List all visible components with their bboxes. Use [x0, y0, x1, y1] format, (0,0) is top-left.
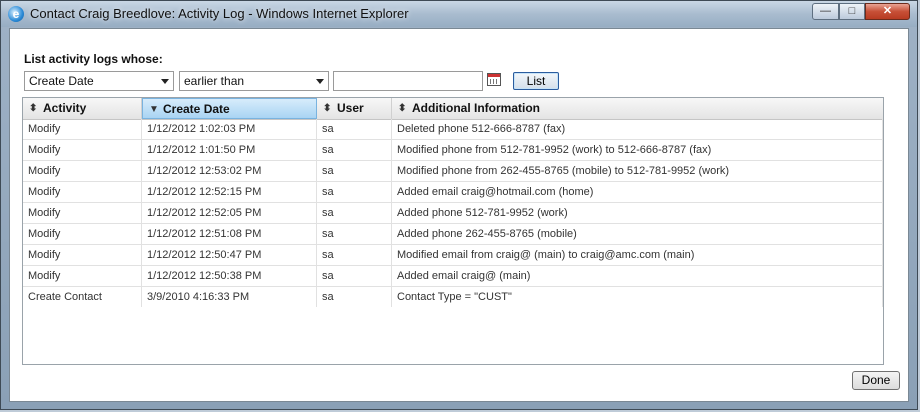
- list-button[interactable]: List: [513, 72, 559, 90]
- table-row[interactable]: Modify 1/12/2012 1:01:50 PM sa Modified …: [23, 140, 883, 161]
- sort-icon: ⬍: [323, 103, 332, 114]
- column-header-activity[interactable]: ⬍ Activity: [23, 98, 142, 119]
- ie-window: e Contact Craig Breedlove: Activity Log …: [0, 0, 918, 410]
- table-empty-area: [23, 307, 883, 364]
- field-select[interactable]: Create Date: [24, 71, 174, 91]
- column-header-user[interactable]: ⬍ User: [317, 98, 392, 119]
- field-select-value: Create Date: [29, 74, 94, 88]
- maximize-button[interactable]: □: [839, 3, 865, 20]
- create-date-cell: 1/12/2012 12:50:38 PM: [142, 266, 317, 286]
- info-cell: Added phone 262-455-8765 (mobile): [392, 224, 883, 244]
- done-button[interactable]: Done: [852, 371, 900, 390]
- create-date-cell: 1/12/2012 12:52:15 PM: [142, 182, 317, 202]
- dialog-content: List activity logs whose: Create Date ea…: [9, 28, 909, 402]
- column-header-create-date[interactable]: ▼ Create Date: [142, 98, 317, 119]
- create-date-cell: 1/12/2012 1:01:50 PM: [142, 140, 317, 160]
- table-row[interactable]: Modify 1/12/2012 12:50:47 PM sa Modified…: [23, 245, 883, 266]
- info-cell: Modified phone from 512-781-9952 (work) …: [392, 140, 883, 160]
- user-cell: sa: [317, 203, 392, 223]
- column-header-additional-information[interactable]: ⬍ Additional Information: [392, 98, 883, 119]
- table-row[interactable]: Modify 1/12/2012 12:50:38 PM sa Added em…: [23, 266, 883, 287]
- info-cell: Deleted phone 512-666-8787 (fax): [392, 119, 883, 139]
- activity-cell: Modify: [23, 203, 142, 223]
- activity-cell: Modify: [23, 182, 142, 202]
- table-row[interactable]: Modify 1/12/2012 12:51:08 PM sa Added ph…: [23, 224, 883, 245]
- user-cell: sa: [317, 245, 392, 265]
- activity-cell: Create Contact: [23, 287, 142, 307]
- create-date-cell: 1/12/2012 12:50:47 PM: [142, 245, 317, 265]
- table-row[interactable]: Modify 1/12/2012 12:53:02 PM sa Modified…: [23, 161, 883, 182]
- close-button[interactable]: ✕: [865, 3, 910, 20]
- user-cell: sa: [317, 161, 392, 181]
- user-cell: sa: [317, 119, 392, 139]
- table-row[interactable]: Modify 1/12/2012 12:52:15 PM sa Added em…: [23, 182, 883, 203]
- info-cell: Modified email from craig@ (main) to cra…: [392, 245, 883, 265]
- chevron-down-icon: [316, 79, 324, 84]
- table-row[interactable]: Modify 1/12/2012 1:02:03 PM sa Deleted p…: [23, 119, 883, 140]
- create-date-cell: 1/12/2012 1:02:03 PM: [142, 119, 317, 139]
- filter-prompt: List activity logs whose:: [24, 52, 163, 66]
- info-cell: Contact Type = "CUST": [392, 287, 883, 307]
- activity-cell: Modify: [23, 266, 142, 286]
- table-header: ⬍ Activity ▼ Create Date ⬍ User ⬍ Additi…: [23, 98, 883, 120]
- activity-cell: Modify: [23, 161, 142, 181]
- minimize-button[interactable]: —: [812, 3, 839, 20]
- info-cell: Added email craig@hotmail.com (home): [392, 182, 883, 202]
- column-label: User: [337, 101, 364, 115]
- activity-cell: Modify: [23, 119, 142, 139]
- calendar-icon[interactable]: [487, 73, 501, 86]
- sort-icon: ⬍: [398, 103, 407, 114]
- column-label: Activity: [43, 101, 87, 115]
- column-label: Additional Information: [412, 101, 540, 115]
- info-cell: Modified phone from 262-455-8765 (mobile…: [392, 161, 883, 181]
- operator-select-value: earlier than: [184, 74, 245, 88]
- info-cell: Added phone 512-781-9952 (work): [392, 203, 883, 223]
- user-cell: sa: [317, 224, 392, 244]
- chevron-down-icon: [161, 79, 169, 84]
- internet-explorer-icon: e: [8, 6, 24, 22]
- create-date-cell: 1/12/2012 12:52:05 PM: [142, 203, 317, 223]
- table-row[interactable]: Create Contact 3/9/2010 4:16:33 PM sa Co…: [23, 287, 883, 308]
- column-label: Create Date: [163, 102, 230, 116]
- activity-cell: Modify: [23, 224, 142, 244]
- info-cell: Added email craig@ (main): [392, 266, 883, 286]
- sort-descending-icon: ▼: [149, 104, 159, 115]
- user-cell: sa: [317, 266, 392, 286]
- create-date-cell: 1/12/2012 12:53:02 PM: [142, 161, 317, 181]
- operator-select[interactable]: earlier than: [179, 71, 329, 91]
- user-cell: sa: [317, 287, 392, 307]
- create-date-cell: 1/12/2012 12:51:08 PM: [142, 224, 317, 244]
- activity-cell: Modify: [23, 140, 142, 160]
- window-title: Contact Craig Breedlove: Activity Log - …: [30, 6, 409, 21]
- create-date-cell: 3/9/2010 4:16:33 PM: [142, 287, 317, 307]
- user-cell: sa: [317, 140, 392, 160]
- title-bar[interactable]: e Contact Craig Breedlove: Activity Log …: [1, 1, 917, 27]
- sort-icon: ⬍: [29, 103, 38, 114]
- date-input[interactable]: [333, 71, 483, 91]
- table-row[interactable]: Modify 1/12/2012 12:52:05 PM sa Added ph…: [23, 203, 883, 224]
- activity-log-table: ⬍ Activity ▼ Create Date ⬍ User ⬍ Additi…: [22, 97, 884, 365]
- user-cell: sa: [317, 182, 392, 202]
- activity-cell: Modify: [23, 245, 142, 265]
